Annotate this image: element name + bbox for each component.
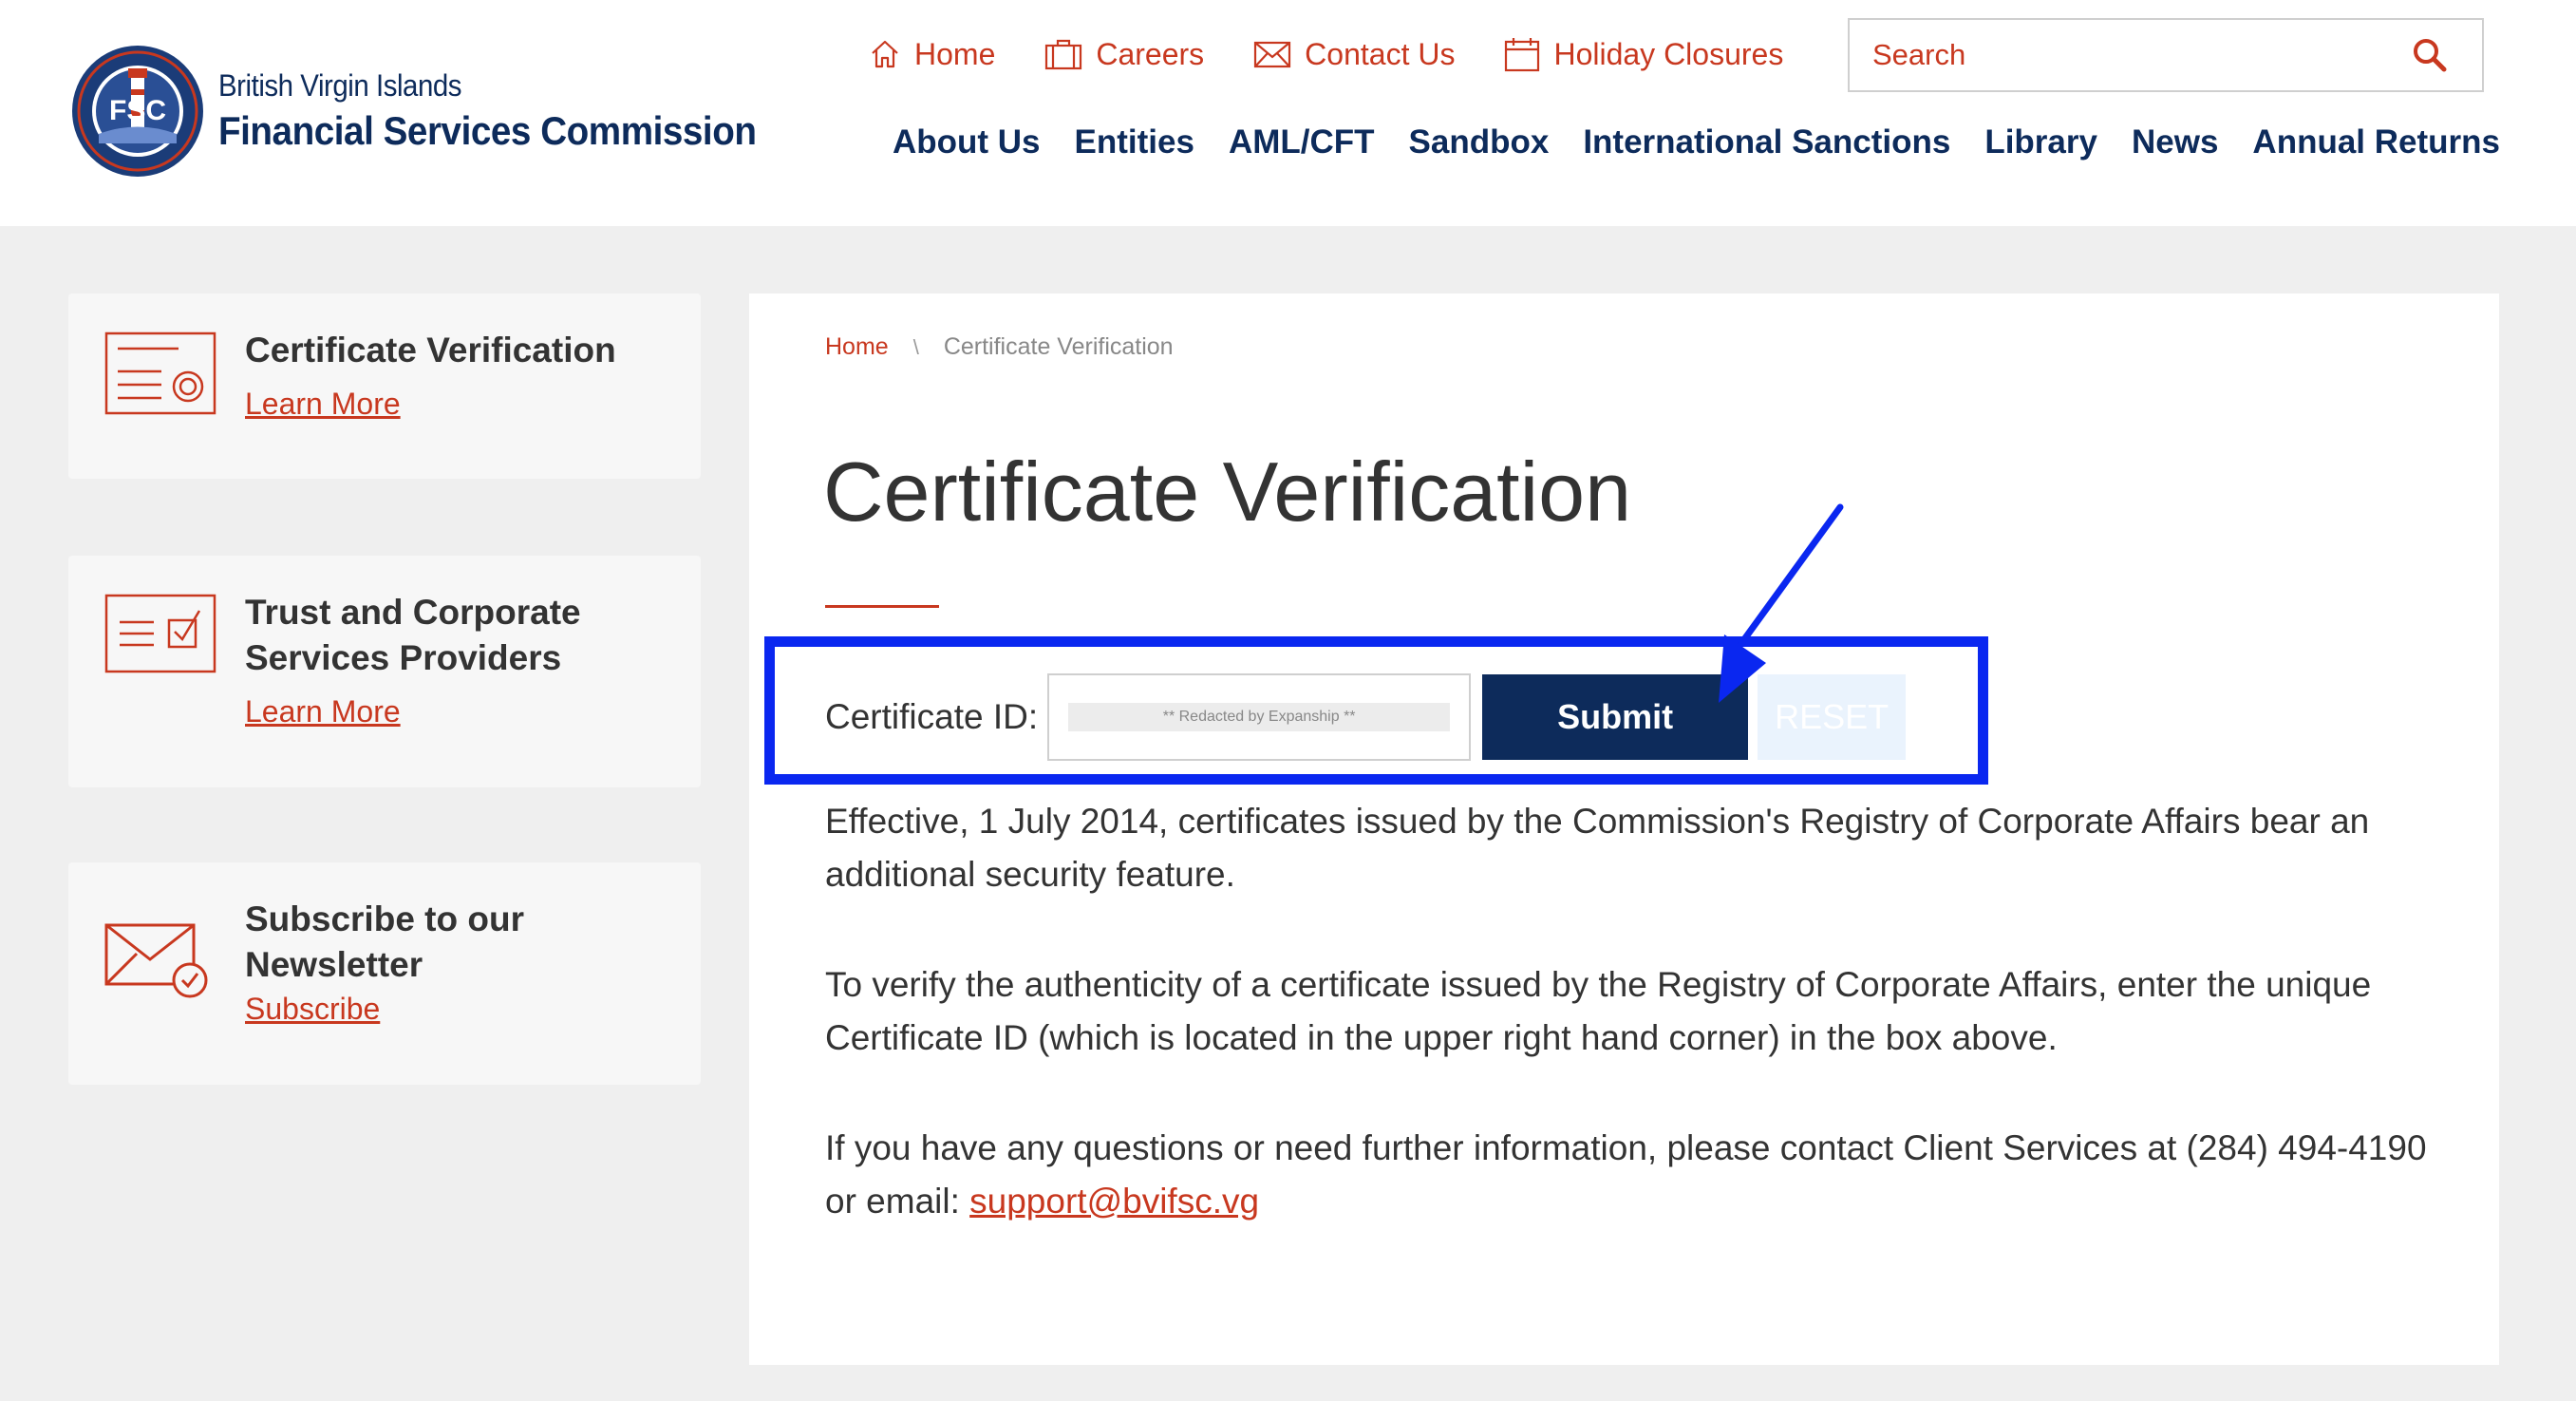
certificate-icon bbox=[104, 331, 216, 415]
contact-paragraph: If you have any questions or need furthe… bbox=[825, 1122, 2439, 1228]
main-nav: About Us Entities AML/CFT Sandbox Intern… bbox=[858, 123, 2500, 161]
nav-sandbox[interactable]: Sandbox bbox=[1409, 123, 1550, 161]
nav-news[interactable]: News bbox=[2132, 123, 2218, 161]
search-icon bbox=[2414, 39, 2447, 72]
title-divider bbox=[825, 605, 939, 608]
support-email-link[interactable]: support@bvifsc.vg bbox=[969, 1182, 1259, 1221]
sidebar-card-tcsp: Trust and Corporate Services Providers L… bbox=[68, 556, 701, 787]
logo-line1: British Virgin Islands bbox=[218, 68, 462, 104]
sidebar-card-title: Trust and Corporate Services Providers bbox=[245, 593, 581, 677]
main-content-panel: Home \ Certificate Verification Certific… bbox=[749, 293, 2499, 1365]
util-nav-home[interactable]: Home bbox=[869, 37, 995, 72]
breadcrumb: Home \ Certificate Verification bbox=[825, 333, 1174, 361]
sidebar-card-newsletter: Subscribe to our Newsletter Subscribe bbox=[68, 862, 701, 1085]
site-logo[interactable]: FSC British Virgin Islands Financial Ser… bbox=[70, 44, 803, 179]
sidebar-card-certificate: Certificate Verification Learn More bbox=[68, 293, 701, 479]
nav-entities[interactable]: Entities bbox=[1075, 123, 1194, 161]
search-input[interactable] bbox=[1850, 20, 2397, 90]
breadcrumb-separator: \ bbox=[912, 334, 919, 359]
util-nav-contact-label: Contact Us bbox=[1305, 36, 1456, 71]
breadcrumb-home[interactable]: Home bbox=[825, 333, 889, 361]
util-nav-holiday[interactable]: Holiday Closures bbox=[1504, 36, 1783, 72]
subscribe-link[interactable]: Subscribe bbox=[245, 992, 380, 1027]
util-nav-home-label: Home bbox=[914, 36, 996, 71]
util-nav-holiday-label: Holiday Closures bbox=[1553, 36, 1784, 71]
briefcase-icon bbox=[1045, 39, 1082, 70]
utility-nav: Home Careers Contact Us Holiday Closures bbox=[869, 36, 1833, 72]
breadcrumb-current: Certificate Verification bbox=[943, 333, 1174, 360]
search-box bbox=[1848, 18, 2484, 92]
calendar-icon bbox=[1505, 38, 1540, 72]
home-icon bbox=[872, 40, 898, 68]
sidebar-card-title: Certificate Verification bbox=[245, 331, 616, 369]
page-title: Certificate Verification bbox=[823, 445, 1632, 539]
envelope-icon bbox=[1254, 41, 1291, 68]
sidebar-card-title: Subscribe to our Newsletter bbox=[245, 899, 524, 984]
util-nav-careers-label: Careers bbox=[1096, 36, 1205, 71]
svg-text:FSC: FSC bbox=[109, 95, 166, 126]
logo-line2: Financial Services Commission bbox=[218, 107, 757, 153]
nav-about-us[interactable]: About Us bbox=[893, 123, 1041, 161]
learn-more-link[interactable]: Learn More bbox=[245, 387, 401, 422]
fsc-seal-icon: FSC bbox=[72, 46, 203, 177]
site-header: FSC British Virgin Islands Financial Ser… bbox=[0, 0, 2576, 226]
envelope-check-icon bbox=[104, 923, 208, 998]
annotation-arrow-icon bbox=[1719, 503, 1844, 703]
nav-annual-returns[interactable]: Annual Returns bbox=[2252, 123, 2500, 161]
learn-more-link[interactable]: Learn More bbox=[245, 694, 401, 729]
instructions-paragraph: To verify the authenticity of a certific… bbox=[825, 965, 2372, 1057]
search-button[interactable] bbox=[2397, 22, 2463, 88]
util-nav-careers[interactable]: Careers bbox=[1044, 37, 1204, 72]
checklist-icon bbox=[104, 594, 216, 673]
nav-international-sanctions[interactable]: International Sanctions bbox=[1583, 123, 1950, 161]
nav-library[interactable]: Library bbox=[1984, 123, 2097, 161]
intro-paragraph: Effective, 1 July 2014, certificates iss… bbox=[825, 802, 2370, 894]
nav-aml-cft[interactable]: AML/CFT bbox=[1229, 123, 1375, 161]
util-nav-contact[interactable]: Contact Us bbox=[1253, 37, 1455, 72]
logo-wordmark: British Virgin Islands Financial Service… bbox=[218, 70, 803, 152]
